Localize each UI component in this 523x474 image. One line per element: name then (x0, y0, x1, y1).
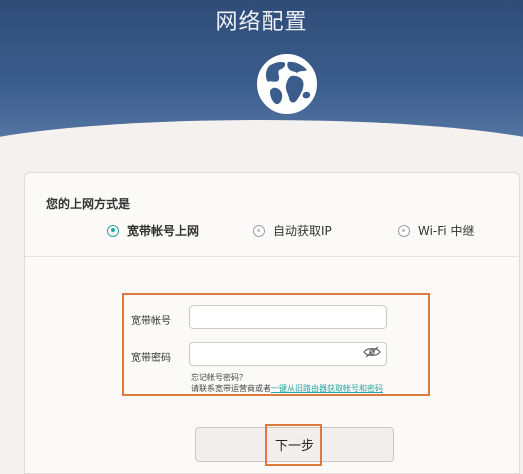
contact-hint: 请联系宽带运营商或者一键从旧路由器获取帐号和密码 (191, 383, 383, 394)
import-account-link[interactable]: 一键从旧路由器获取帐号和密码 (271, 384, 383, 393)
mode-question: 您的上网方式是 (46, 197, 131, 211)
forgot-password-text: 忘记帐号密码？ (191, 373, 247, 382)
eye-slash-icon[interactable] (363, 346, 381, 358)
radio-pppoe[interactable]: 宽带帐号上网 (107, 222, 199, 239)
page-title: 网络配置 (215, 10, 308, 35)
header-curve (0, 120, 523, 150)
next-button[interactable]: 下一步 (195, 427, 394, 462)
password-label: 宽带密码 (131, 353, 171, 364)
globe-icon (257, 54, 317, 114)
radio-unselected-icon (253, 224, 265, 237)
header-banner: 网络配置 (0, 0, 523, 150)
password-input[interactable] (189, 342, 387, 366)
radio-dhcp[interactable]: 自动获取IP (253, 222, 332, 239)
radio-wifi-relay[interactable]: Wi-Fi 中继 (398, 222, 474, 239)
radio-label: Wi-Fi 中继 (418, 224, 475, 238)
radio-selected-icon (107, 224, 119, 237)
radio-label: 自动获取IP (273, 224, 332, 238)
mode-radio-group: 宽带帐号上网 自动获取IP Wi-Fi 中继 (0, 222, 523, 242)
account-label: 宽带帐号 (131, 316, 171, 327)
divider (25, 256, 518, 257)
account-input[interactable] (189, 305, 387, 329)
radio-unselected-icon (398, 224, 410, 237)
contact-text: 请联系宽带运营商或者 (191, 384, 271, 393)
radio-label: 宽带帐号上网 (127, 224, 200, 238)
